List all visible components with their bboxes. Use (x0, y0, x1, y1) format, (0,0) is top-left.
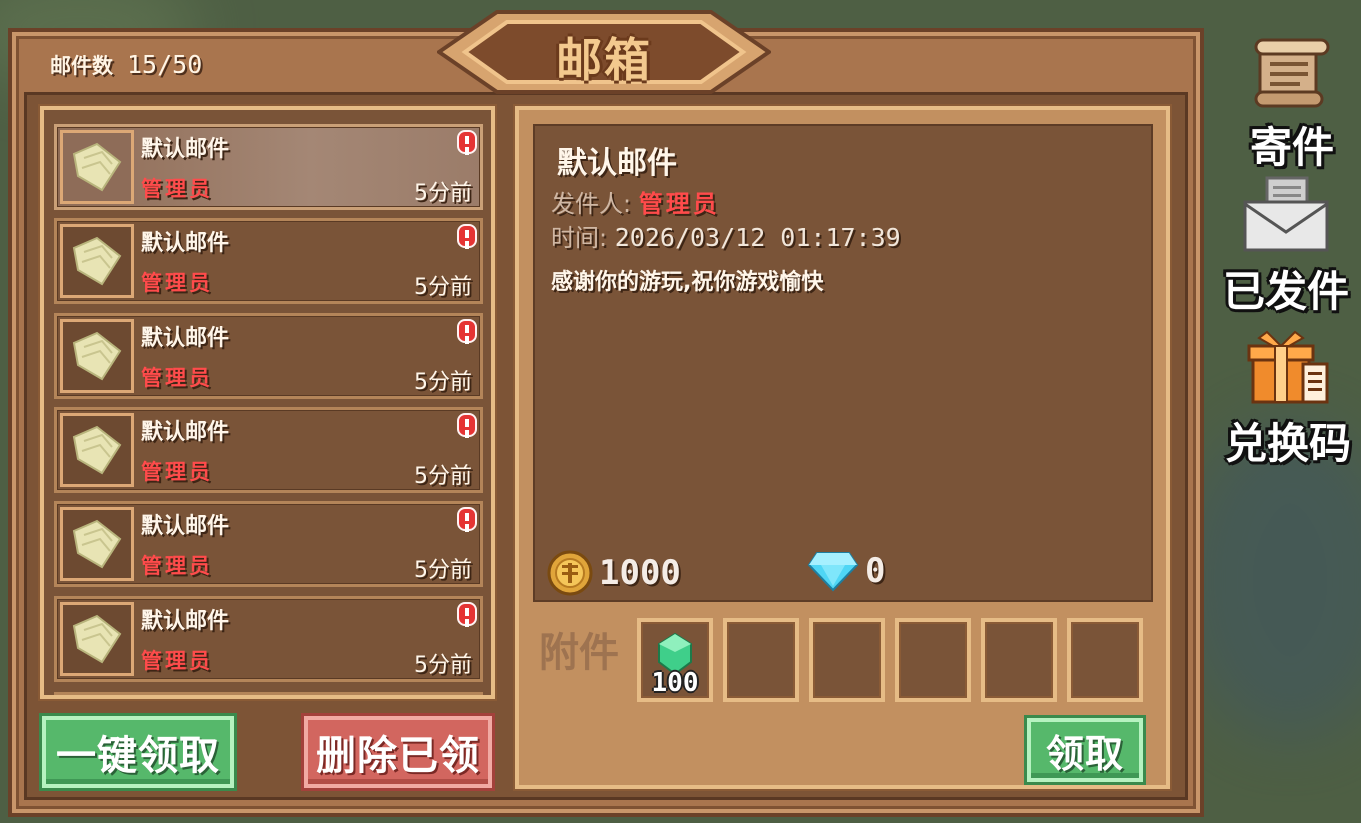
unread-badge-icon (457, 507, 477, 532)
mail-item-sender: 管理员 (141, 554, 213, 579)
attachment-slot-empty[interactable] (1067, 618, 1143, 702)
mail-item-icon-slot (60, 130, 134, 204)
page-title: 邮箱 (556, 33, 652, 87)
mail-item-time: 5分前 (414, 463, 472, 489)
sent-mail-label: 已发件 (1222, 267, 1349, 316)
mail-item-title: 默认邮件 (141, 325, 230, 351)
unread-badge-icon (457, 318, 477, 343)
sender-name: 管理员 (638, 190, 720, 218)
sent-mail-button[interactable]: 已发件 (1216, 176, 1356, 319)
detail-time-row: 时间: 2026/03/12 01:17:39 (551, 218, 901, 253)
mail-content: 感谢你的游玩,祝你游戏愉快 (551, 270, 824, 295)
mail-scroll-icon (72, 237, 122, 286)
mail-item-sender: 管理员 (141, 365, 213, 390)
mail-item-title: 默认邮件 (141, 231, 230, 257)
redeem-code-label: 兑换码 (1224, 419, 1351, 468)
mail-item-icon-slot (60, 507, 134, 582)
mail-list[interactable]: 默认邮件 管理员 5分前 默认邮件 管理员 5分前 默认邮件 管理员 5分前 默认邮件 管理员 5分前… (40, 106, 495, 699)
diamond-icon (807, 552, 859, 592)
mail-item-time: 5分前 (414, 181, 472, 206)
mail-scroll-icon (72, 142, 122, 192)
unread-badge-icon (457, 412, 477, 437)
mail-item-icon-slot (60, 318, 134, 393)
unread-badge-icon (457, 601, 477, 626)
mail-detail-body: 默认邮件 发件人: 管理员 时间: 2026/03/12 01:17:39 感谢… (533, 124, 1153, 602)
detail-sender-row: 发件人: 管理员 (551, 184, 720, 219)
mail-item-time: 5分前 (414, 558, 472, 584)
mail-list-item[interactable]: 默认邮件管理员 5分前 (54, 595, 483, 682)
redeem-code-button[interactable]: 兑换码 (1218, 330, 1358, 471)
title-plaque: 邮箱 (437, 10, 771, 94)
mail-list-item[interactable]: 默认邮件管理员 5分前 (54, 501, 483, 588)
mail-detail: 默认邮件 发件人: 管理员 时间: 2026/03/12 01:17:39 感谢… (515, 106, 1170, 789)
mail-list-item[interactable]: 默认邮件管理员 5分前 (54, 406, 483, 493)
scroll-icon (1254, 38, 1330, 108)
mail-count-value: 15/50 (127, 50, 203, 79)
mail-count: 邮件数 15/50 (50, 50, 202, 80)
diamond-amount: 0 (865, 551, 886, 591)
attachment-slot-empty[interactable] (809, 618, 885, 702)
mail-item-sender: 管理员 (141, 648, 213, 673)
send-mail-button[interactable]: 寄件 (1222, 32, 1361, 175)
mail-scroll-icon (72, 425, 122, 475)
mail-item-title: 默认邮件 (141, 514, 230, 540)
gold-coin-icon (547, 550, 593, 596)
delete-claimed-button[interactable]: 删除已领 (304, 716, 492, 788)
list-item-partial (54, 692, 483, 695)
mail-item-title: 默认邮件 (141, 137, 230, 162)
mail-item-sender: 管理员 (141, 459, 213, 484)
unread-badge-icon (457, 130, 477, 154)
attachment-slot-empty[interactable] (981, 618, 1057, 702)
unread-badge-icon (457, 224, 477, 249)
diamond-reward: 0 (807, 550, 885, 592)
attachment-slot-empty[interactable] (723, 618, 799, 702)
gold-reward: 1000 (547, 550, 681, 596)
mail-item-time: 5分前 (414, 652, 472, 678)
mail-list-item[interactable]: 默认邮件管理员 5分前 (54, 218, 483, 305)
mail-count-label: 邮件数 (50, 54, 113, 78)
mail-scroll-icon (72, 614, 122, 663)
attachment-count: 100 (651, 668, 699, 698)
gift-icon (1247, 330, 1329, 404)
mail-item-sender: 管理员 (141, 177, 213, 201)
send-mail-label: 寄件 (1249, 123, 1334, 172)
claim-all-button[interactable]: 一键领取 (42, 716, 234, 788)
gold-amount: 1000 (599, 553, 681, 593)
mail-list-item[interactable]: 默认邮件管理员 5分前 (54, 312, 483, 399)
mail-item-sender: 管理员 (141, 271, 213, 296)
sender-label: 发件人: (551, 190, 632, 218)
mail-item-icon-slot (60, 224, 134, 299)
mail-item-time: 5分前 (414, 369, 472, 395)
mail-item-icon-slot (60, 412, 134, 487)
attachment-label: 附件 (539, 630, 619, 676)
mail-item-title: 默认邮件 (141, 608, 230, 634)
detail-title: 默认邮件 (557, 146, 677, 181)
claim-button[interactable]: 领取 (1027, 718, 1143, 782)
time-label: 时间: (551, 224, 608, 252)
mail-scroll-icon (72, 331, 122, 380)
time-value: 2026/03/12 01:17:39 (614, 223, 901, 252)
attachment-slot-empty[interactable] (895, 618, 971, 702)
attachment-slot[interactable]: 100 (637, 618, 713, 702)
mail-list-item[interactable]: 默认邮件管理员 5分前 (54, 124, 483, 210)
envelope-icon (1243, 176, 1329, 252)
mail-item-time: 5分前 (414, 275, 472, 301)
mail-item-title: 默认邮件 (141, 419, 230, 445)
mail-scroll-icon (72, 520, 122, 569)
mail-item-icon-slot (60, 601, 134, 676)
